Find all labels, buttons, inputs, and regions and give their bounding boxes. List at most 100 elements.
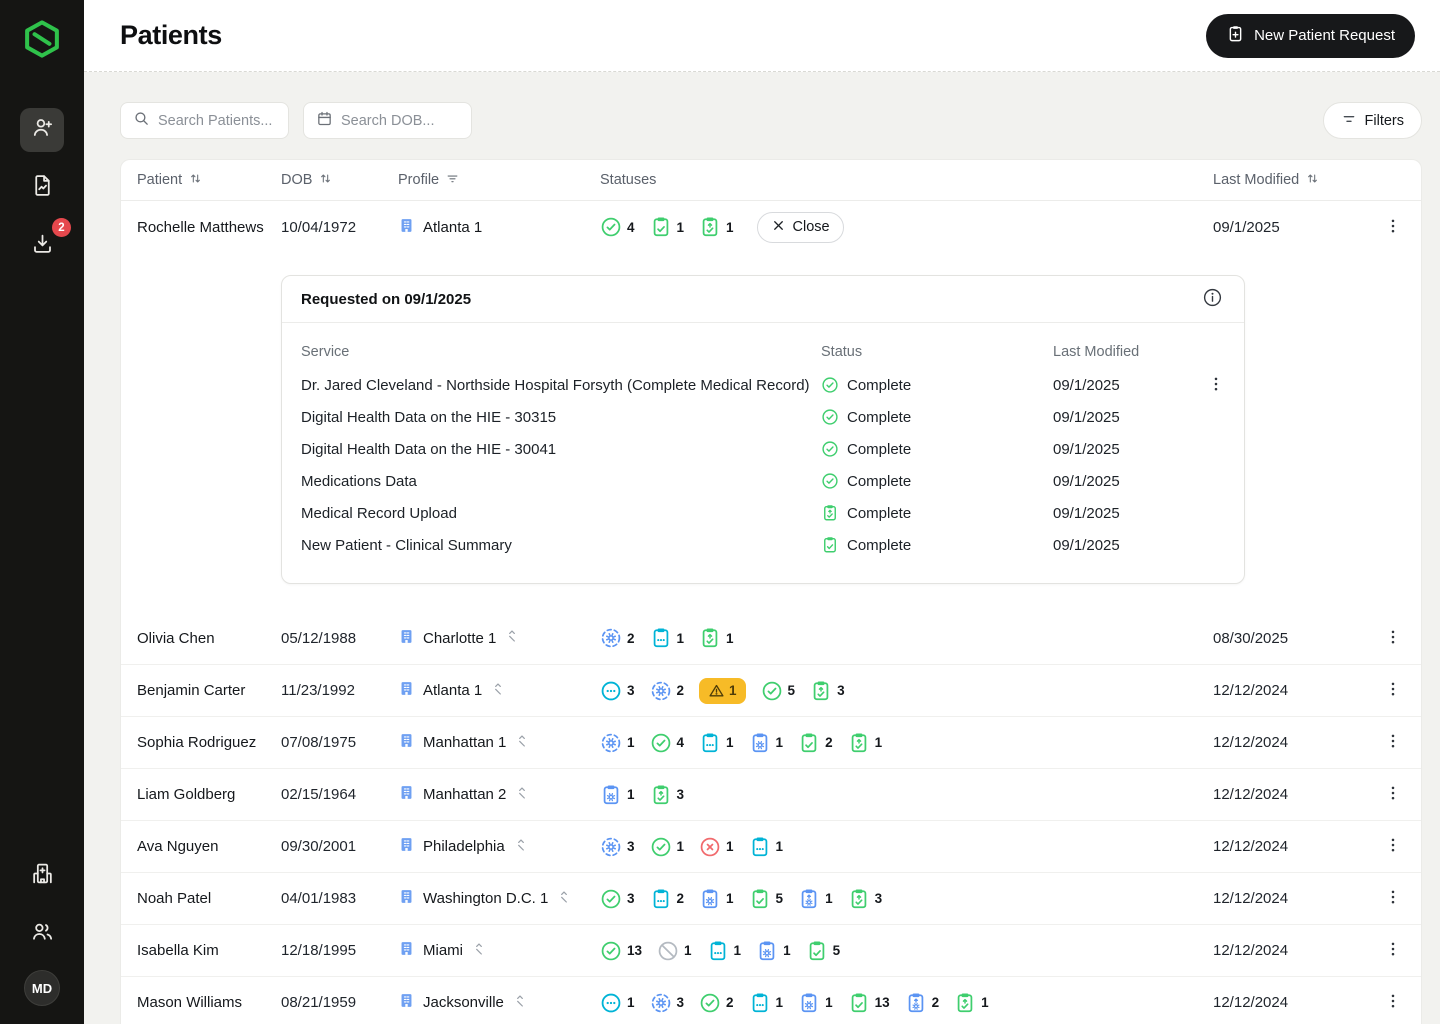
user-avatar[interactable]: MD — [24, 970, 60, 1006]
row-menu-button[interactable] — [1378, 830, 1408, 863]
status-gear_dashed: 1 — [600, 732, 635, 754]
sidebar-item-users[interactable] — [20, 912, 64, 956]
patient-statuses: 2 1 1 — [600, 627, 1213, 649]
sort-icon — [1305, 171, 1320, 190]
sidebar-item-downloads[interactable]: 2 — [20, 224, 64, 268]
patient-row[interactable]: Rochelle Matthews10/04/1972 Atlanta 14 1… — [121, 201, 1421, 253]
chevron-select-icon[interactable] — [471, 941, 487, 961]
status-clipboard_up_check: 3 — [810, 680, 845, 702]
patient-profile[interactable]: Philadelphia — [398, 836, 600, 857]
search-patients-box[interactable] — [120, 102, 289, 139]
service-name: Dr. Jared Cleveland - Northside Hospital… — [301, 377, 821, 394]
search-patients-input[interactable] — [158, 113, 276, 129]
service-last-modified: 09/1/2025 — [1053, 537, 1205, 554]
kebab-icon — [1384, 992, 1402, 1013]
chevron-select-icon[interactable] — [514, 733, 530, 753]
service-status: Complete — [821, 440, 1053, 458]
patient-statuses: 3215 3 — [600, 678, 1213, 704]
sidebar-item-facilities[interactable] — [20, 854, 64, 898]
patient-statuses: 132 1 1 13 2 1 — [600, 992, 1213, 1014]
patient-row[interactable]: Benjamin Carter11/23/1992 Atlanta 13215 … — [121, 664, 1421, 716]
table-header-row: Patient DOB Profil — [121, 160, 1421, 201]
patient-profile[interactable]: Atlanta 1 — [398, 680, 600, 701]
building-icon — [398, 888, 415, 909]
row-menu-button[interactable] — [1378, 674, 1408, 707]
status-clipboard_up_check: 1 — [699, 627, 734, 649]
patients-table: Patient DOB Profil — [120, 159, 1422, 1024]
sidebar-item-add-patient[interactable] — [20, 108, 64, 152]
building-icon — [398, 217, 415, 238]
patient-last-modified: 12/12/2024 — [1213, 838, 1365, 855]
content: Filters Patient DOB — [84, 72, 1440, 1024]
building-icon — [398, 628, 415, 649]
patient-profile[interactable]: Miami — [398, 940, 600, 961]
column-header-patient[interactable]: Patient — [121, 171, 281, 190]
service-status: Complete — [821, 536, 1053, 554]
service-row: Medications DataComplete09/1/2025 — [301, 465, 1225, 497]
patient-profile[interactable]: Manhattan 1 — [398, 732, 600, 753]
patient-profile[interactable]: Charlotte 1 — [398, 628, 600, 649]
status-slash_circle: 1 — [657, 940, 692, 962]
row-menu-button[interactable] — [1378, 211, 1408, 244]
column-header-dob[interactable]: DOB — [281, 171, 398, 190]
search-icon — [133, 110, 150, 132]
chevron-select-icon[interactable] — [490, 681, 506, 701]
building-icon — [398, 836, 415, 857]
status-clipboard_check: 2 — [798, 732, 833, 754]
status-circle_check: 4 — [650, 732, 685, 754]
chevron-select-icon[interactable] — [512, 993, 528, 1013]
status-gear_dashed: 2 — [650, 680, 685, 702]
status-gear_dashed: 3 — [650, 992, 685, 1014]
expanded-request-section: Requested on 09/1/2025 Service — [121, 253, 1421, 612]
new-patient-request-button[interactable]: New Patient Request — [1206, 14, 1415, 58]
column-header-last-modified[interactable]: Last Modified — [1213, 171, 1365, 190]
calendar-icon — [316, 110, 333, 132]
row-menu-button[interactable] — [1378, 778, 1408, 811]
patient-row[interactable]: Olivia Chen05/12/1988 Charlotte 12 1 108… — [121, 612, 1421, 664]
column-header-profile[interactable]: Profile — [398, 171, 600, 190]
chevron-select-icon[interactable] — [513, 837, 529, 857]
patient-dob: 05/12/1988 — [281, 630, 398, 647]
chevron-select-icon[interactable] — [556, 889, 572, 909]
patient-profile[interactable]: Washington D.C. 1 — [398, 888, 600, 909]
service-status: Complete — [821, 472, 1053, 490]
status-clipboard_check: 1 — [650, 216, 685, 238]
status-clipboard_dots: 1 — [749, 836, 784, 858]
patient-profile[interactable]: Jacksonville — [398, 992, 600, 1013]
patient-row[interactable]: Sophia Rodriguez07/08/1975 Manhattan 114… — [121, 716, 1421, 768]
patient-name: Sophia Rodriguez — [121, 734, 281, 751]
patient-last-modified: 12/12/2024 — [1213, 942, 1365, 959]
status-circle_dots: 3 — [600, 680, 635, 702]
patient-statuses: 14 1 1 2 1 — [600, 732, 1213, 754]
filters-button[interactable]: Filters — [1323, 102, 1422, 139]
row-menu-button[interactable] — [1378, 622, 1408, 655]
kebab-icon — [1384, 628, 1402, 649]
sidebar-item-reports[interactable] — [20, 166, 64, 210]
request-panel: Requested on 09/1/2025 Service — [281, 275, 1245, 584]
patient-row[interactable]: Mason Williams08/21/1959 Jacksonville132… — [121, 976, 1421, 1024]
chevron-select-icon[interactable] — [504, 628, 520, 648]
patient-row[interactable]: Isabella Kim12/18/1995 Miami131 1 1 512/… — [121, 924, 1421, 976]
patient-dob: 07/08/1975 — [281, 734, 398, 751]
patient-statuses: 131 1 1 5 — [600, 940, 1213, 962]
chevron-select-icon[interactable] — [514, 785, 530, 805]
row-menu-button[interactable] — [1378, 882, 1408, 915]
search-dob-input[interactable] — [341, 113, 459, 129]
status-clipboard_up_check: 1 — [954, 992, 989, 1014]
row-menu-button[interactable] — [1378, 934, 1408, 967]
info-button[interactable] — [1200, 285, 1225, 313]
row-menu-button[interactable] — [1378, 726, 1408, 759]
patient-row[interactable]: Ava Nguyen09/30/2001 Philadelphia311 112… — [121, 820, 1421, 872]
row-menu-button[interactable] — [1378, 986, 1408, 1019]
search-dob-box[interactable] — [303, 102, 472, 139]
kebab-icon — [1384, 784, 1402, 805]
status-gear_dashed: 2 — [600, 627, 635, 649]
patient-row[interactable]: Noah Patel04/01/1983 Washington D.C. 13 … — [121, 872, 1421, 924]
request-panel-header: Requested on 09/1/2025 — [282, 276, 1244, 323]
service-table-header: Service Status Last Modified — [301, 337, 1225, 367]
patient-row[interactable]: Liam Goldberg02/15/1964 Manhattan 2 1 31… — [121, 768, 1421, 820]
kebab-icon — [1384, 680, 1402, 701]
patient-profile[interactable]: Manhattan 2 — [398, 784, 600, 805]
close-expanded-button[interactable]: Close — [757, 212, 844, 243]
service-menu-button[interactable] — [1205, 373, 1227, 398]
